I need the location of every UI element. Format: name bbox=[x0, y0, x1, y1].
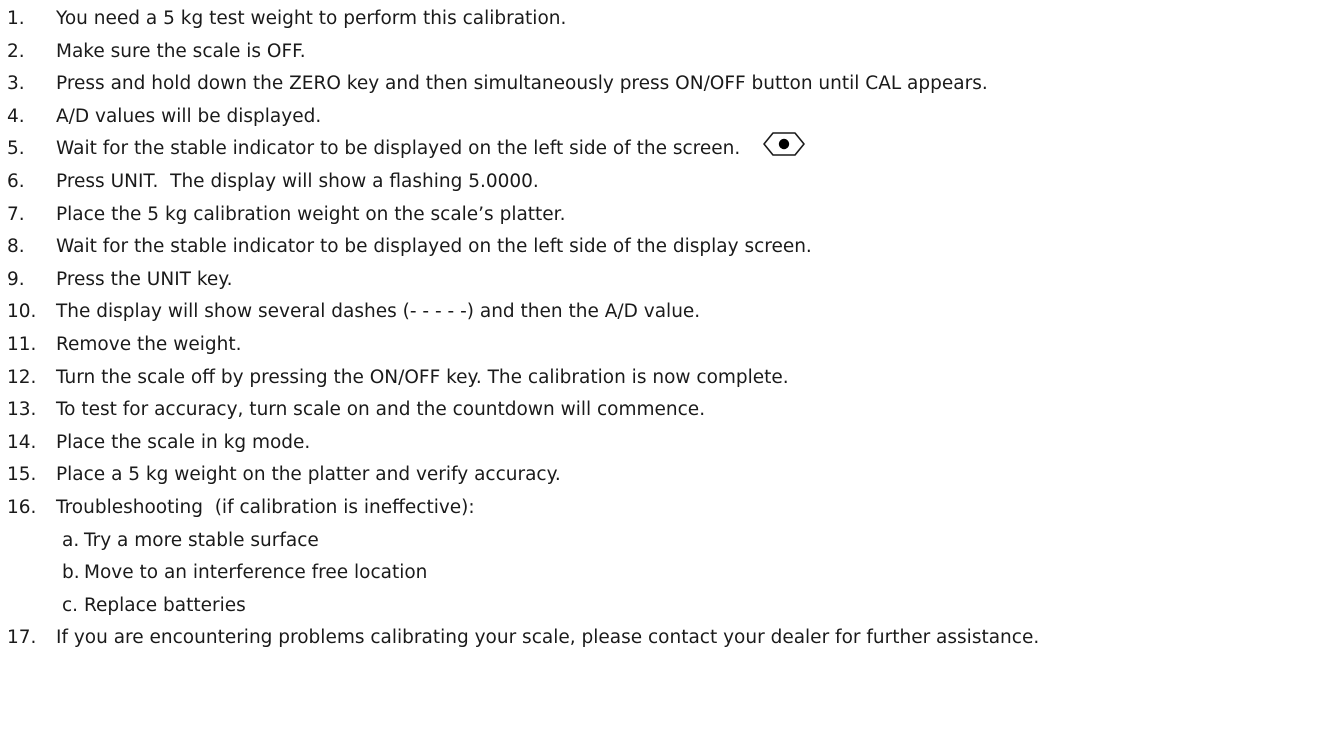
substep-text: Replace batteries bbox=[84, 594, 246, 616]
step-text: To test for accuracy, turn scale on and … bbox=[56, 399, 706, 421]
substep-letter: a. bbox=[62, 529, 80, 551]
step-number: 15. bbox=[7, 464, 37, 486]
list-item: 5. Wait for the stable indicator to be d… bbox=[0, 131, 1319, 169]
step-number: 4. bbox=[7, 105, 25, 127]
step-number: 12. bbox=[7, 366, 37, 388]
step-text: Troubleshooting (if calibration is ineff… bbox=[56, 496, 475, 518]
step-number: 3. bbox=[7, 73, 25, 95]
step-number: 9. bbox=[7, 268, 25, 290]
step-number: 10. bbox=[7, 301, 37, 323]
list-item: 15. Place a 5 kg weight on the platter a… bbox=[0, 459, 1319, 492]
step-text: Wait for the stable indicator to be disp… bbox=[56, 138, 741, 160]
list-item: 17. If you are encountering problems cal… bbox=[0, 622, 1319, 655]
step-number: 14. bbox=[7, 431, 37, 453]
step-text: Turn the scale off by pressing the ON/OF… bbox=[56, 366, 789, 388]
step-text: A/D values will be displayed. bbox=[56, 105, 322, 127]
step-text: Place the 5 kg calibration weight on the… bbox=[56, 203, 566, 225]
calibration-instructions: 1. You need a 5 kg test weight to perfor… bbox=[0, 0, 1319, 744]
list-item: 7. Place the 5 kg calibration weight on … bbox=[0, 199, 1319, 232]
step-text: Place a 5 kg weight on the platter and v… bbox=[56, 464, 561, 486]
step-text: Remove the weight. bbox=[56, 333, 242, 355]
list-item: 14. Place the scale in kg mode. bbox=[0, 427, 1319, 460]
sub-list-item: b. Move to an interference free location bbox=[0, 557, 1319, 590]
step-number: 8. bbox=[7, 236, 25, 258]
list-item: 13. To test for accuracy, turn scale on … bbox=[0, 394, 1319, 427]
substep-letter: c. bbox=[62, 594, 79, 616]
list-item: 8. Wait for the stable indicator to be d… bbox=[0, 231, 1319, 264]
substep-letter: b. bbox=[62, 562, 80, 584]
sub-list-item: a. Try a more stable surface bbox=[0, 525, 1319, 558]
stable-indicator-icon bbox=[762, 131, 806, 169]
substep-text: Try a more stable surface bbox=[84, 529, 319, 551]
step-number: 16. bbox=[7, 496, 37, 518]
step-number: 6. bbox=[7, 170, 25, 192]
step-number: 11. bbox=[7, 333, 37, 355]
step-number: 13. bbox=[7, 399, 37, 421]
list-item: 16. Troubleshooting (if calibration is i… bbox=[0, 492, 1319, 525]
list-item: 6. Press UNIT. The display will show a f… bbox=[0, 166, 1319, 199]
list-item: 12. Turn the scale off by pressing the O… bbox=[0, 362, 1319, 395]
step-text: You need a 5 kg test weight to perform t… bbox=[56, 8, 567, 29]
step-number: 2. bbox=[7, 40, 25, 62]
step-text: Place the scale in kg mode. bbox=[56, 431, 311, 453]
step-number: 5. bbox=[7, 138, 25, 160]
sub-list-item: c. Replace batteries bbox=[0, 590, 1319, 623]
list-item: 10. The display will show several dashes… bbox=[0, 296, 1319, 329]
step-number: 7. bbox=[7, 203, 25, 225]
step-text: Press UNIT. The display will show a flas… bbox=[56, 170, 539, 192]
step-text: The display will show several dashes (- … bbox=[56, 301, 701, 323]
list-item: 3. Press and hold down the ZERO key and … bbox=[0, 68, 1319, 101]
list-item: 9. Press the UNIT key. bbox=[0, 264, 1319, 297]
step-text: Wait for the stable indicator to be disp… bbox=[56, 236, 812, 258]
substep-text: Move to an interference free location bbox=[84, 562, 428, 584]
list-item: 2. Make sure the scale is OFF. bbox=[0, 36, 1319, 69]
step-number: 17. bbox=[7, 627, 37, 649]
list-item: 11. Remove the weight. bbox=[0, 329, 1319, 362]
list-item: 1. You need a 5 kg test weight to perfor… bbox=[0, 3, 1319, 36]
step-text: Press the UNIT key. bbox=[56, 268, 233, 290]
step-text: If you are encountering problems calibra… bbox=[56, 627, 1040, 649]
step-text: Press and hold down the ZERO key and the… bbox=[56, 73, 988, 95]
step-text: Make sure the scale is OFF. bbox=[56, 40, 306, 62]
step-number: 1. bbox=[7, 8, 25, 29]
list-item: 4. A/D values will be displayed. bbox=[0, 101, 1319, 134]
